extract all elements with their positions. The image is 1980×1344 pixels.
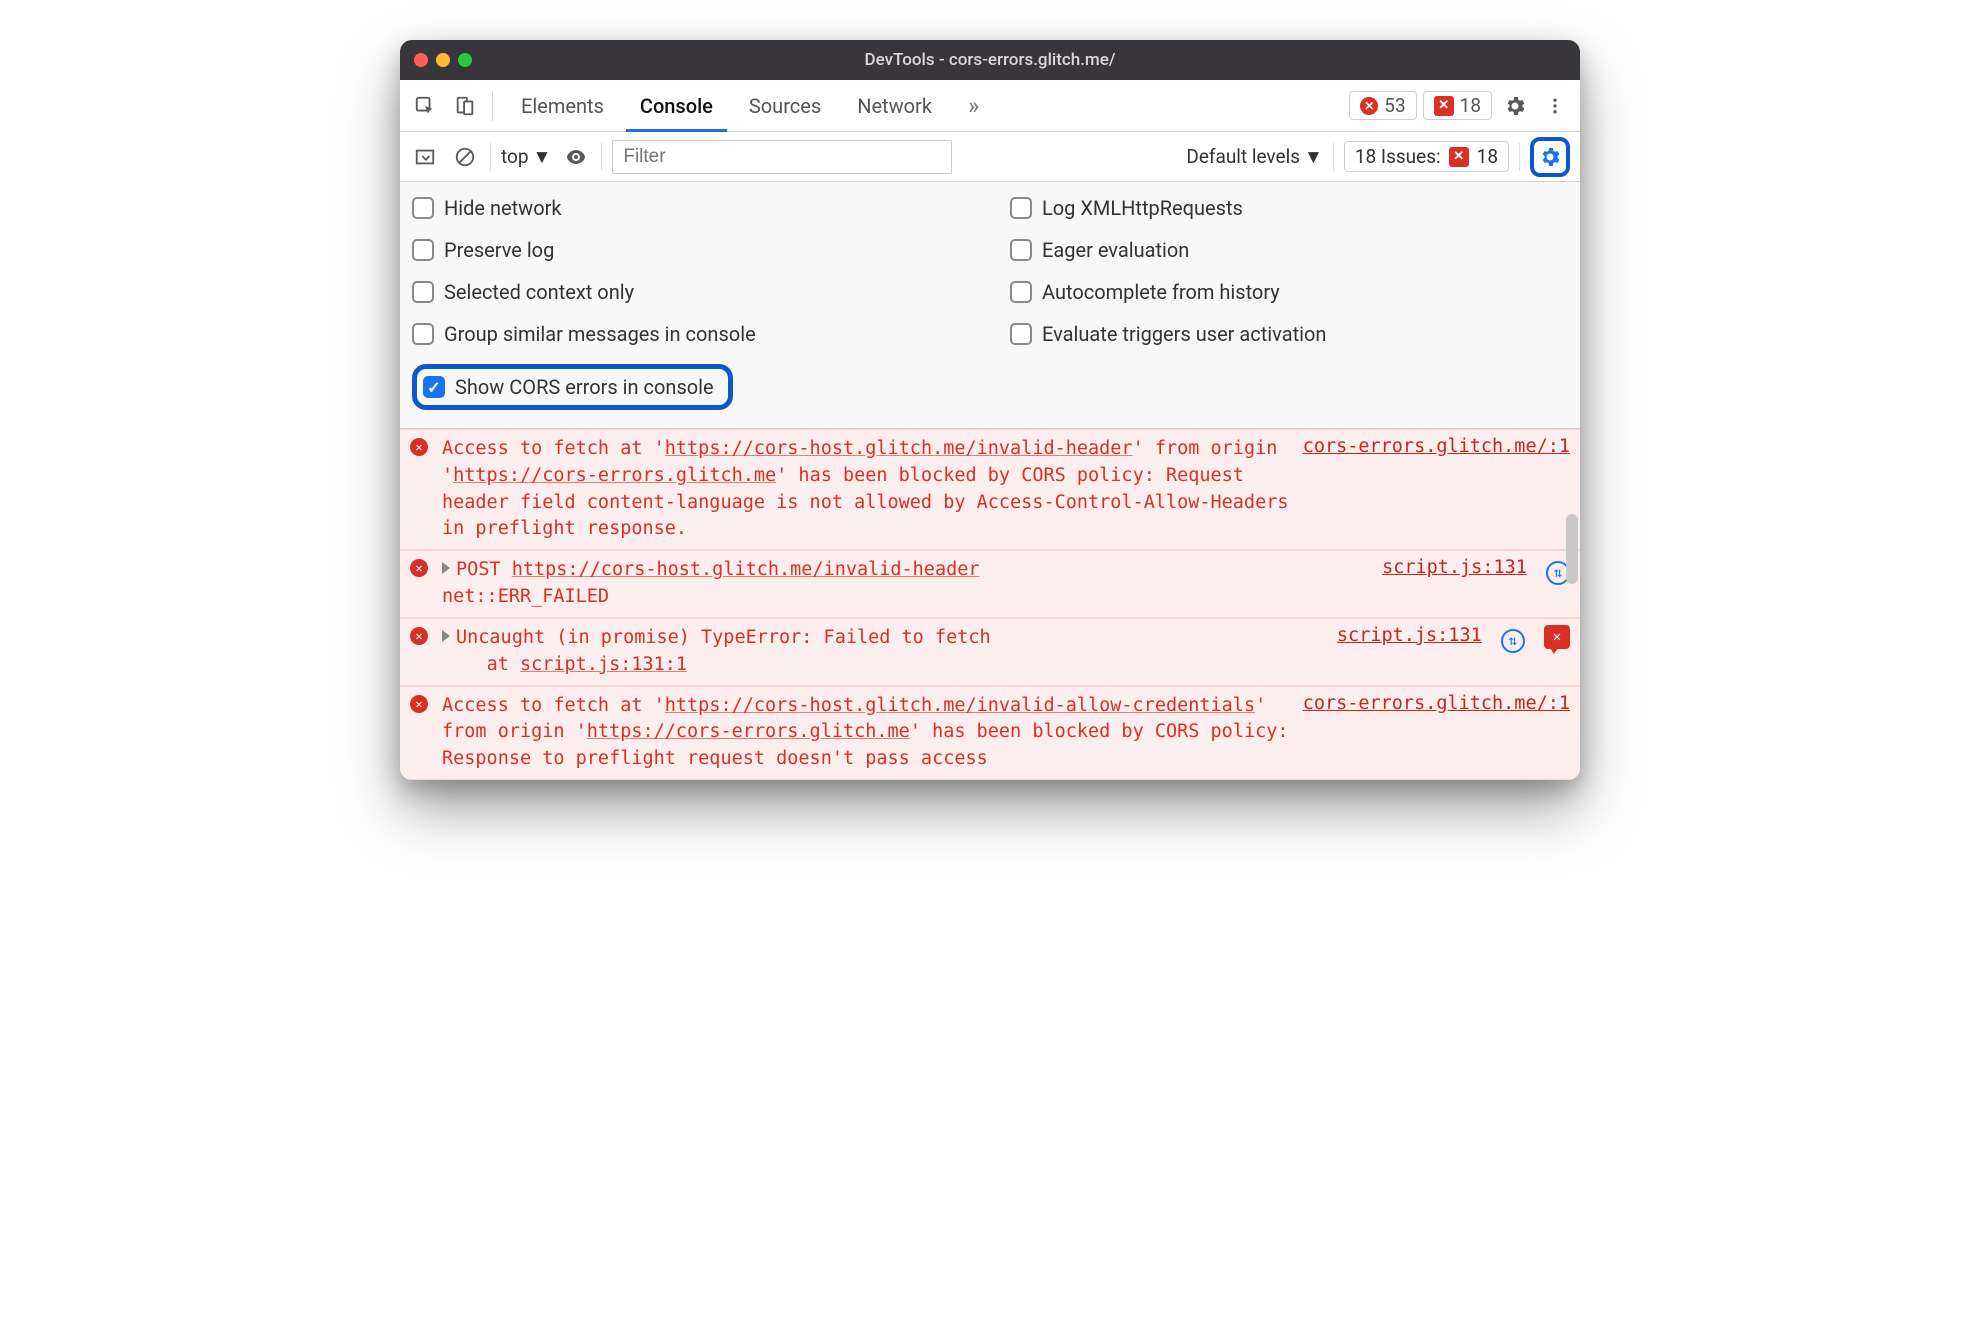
issue-square-icon: ✕ bbox=[1449, 147, 1469, 167]
setting-label: Log XMLHttpRequests bbox=[1042, 196, 1243, 220]
checkbox[interactable] bbox=[1010, 197, 1032, 219]
divider bbox=[492, 91, 493, 121]
issue-count: 18 bbox=[1460, 94, 1481, 117]
setting-label: Show CORS errors in console bbox=[455, 375, 714, 399]
expand-triangle-icon[interactable] bbox=[442, 562, 450, 574]
setting-label: Hide network bbox=[444, 196, 562, 220]
log-url[interactable]: https://cors-host.glitch.me/invalid-head… bbox=[512, 559, 980, 580]
tab-console[interactable]: Console bbox=[622, 80, 731, 131]
log-message: Uncaught (in promise) TypeError: Failed … bbox=[442, 625, 1327, 679]
log-url[interactable]: https://cors-host.glitch.me/invalid-allo… bbox=[665, 695, 1255, 716]
tab-sources[interactable]: Sources bbox=[731, 80, 839, 131]
panel-tabs: Elements Console Sources Network » bbox=[503, 80, 997, 131]
console-settings-panel: Hide network Log XMLHttpRequests Preserv… bbox=[400, 182, 1580, 429]
setting-label: Selected context only bbox=[444, 280, 634, 304]
log-url[interactable]: https://cors-errors.glitch.me bbox=[453, 465, 776, 486]
setting-eager-eval[interactable]: Eager evaluation bbox=[1010, 238, 1568, 262]
console-settings-gear-icon[interactable] bbox=[1530, 137, 1570, 177]
clear-console-icon[interactable] bbox=[450, 142, 480, 172]
setting-label: Group similar messages in console bbox=[444, 322, 756, 346]
setting-selected-context[interactable]: Selected context only bbox=[412, 280, 970, 304]
issue-count-badge[interactable]: ✕ 18 bbox=[1423, 91, 1492, 120]
context-label: top bbox=[501, 145, 529, 168]
checkbox[interactable] bbox=[412, 281, 434, 303]
checkbox[interactable] bbox=[412, 239, 434, 261]
log-entry-cors-error[interactable]: ✕ Access to fetch at 'https://cors-host.… bbox=[400, 429, 1580, 550]
log-message: POST https://cors-host.glitch.me/invalid… bbox=[442, 557, 1372, 611]
setting-group-similar[interactable]: Group similar messages in console bbox=[412, 322, 970, 346]
error-circle-icon: ✕ bbox=[410, 559, 428, 577]
settings-gear-icon[interactable] bbox=[1498, 89, 1532, 123]
stack-location-link[interactable]: script.js:131:1 bbox=[520, 654, 687, 675]
setting-label: Evaluate triggers user activation bbox=[1042, 322, 1326, 346]
checkbox[interactable] bbox=[1010, 239, 1032, 261]
network-request-icon[interactable]: ⇅ bbox=[1501, 629, 1525, 653]
window-titlebar: DevTools - cors-errors.glitch.me/ bbox=[400, 40, 1580, 80]
source-link[interactable]: script.js:131 bbox=[1337, 625, 1482, 646]
device-toggle-icon[interactable] bbox=[448, 89, 482, 123]
issue-square-icon: ✕ bbox=[1434, 96, 1454, 116]
checkbox[interactable] bbox=[412, 197, 434, 219]
divider bbox=[1333, 143, 1334, 171]
expand-triangle-icon[interactable] bbox=[442, 630, 450, 642]
console-toolbar: top ▼ Default levels ▼ 18 Issues: ✕ 18 bbox=[400, 132, 1580, 182]
log-levels-selector[interactable]: Default levels ▼ bbox=[1186, 145, 1322, 169]
source-link[interactable]: cors-errors.glitch.me/:1 bbox=[1303, 436, 1570, 457]
context-selector[interactable]: top ▼ bbox=[501, 145, 551, 169]
levels-label: Default levels bbox=[1186, 145, 1300, 168]
setting-show-cors-errors[interactable]: Show CORS errors in console bbox=[423, 375, 714, 399]
devtools-window: DevTools - cors-errors.glitch.me/ Elemen… bbox=[400, 40, 1580, 780]
log-url[interactable]: https://cors-errors.glitch.me bbox=[587, 721, 910, 742]
live-expression-icon[interactable] bbox=[561, 142, 591, 172]
source-link[interactable]: script.js:131 bbox=[1382, 557, 1527, 578]
log-entry-network-error[interactable]: ✕ POST https://cors-host.glitch.me/inval… bbox=[400, 550, 1580, 618]
log-message: Access to fetch at 'https://cors-host.gl… bbox=[442, 436, 1293, 543]
divider bbox=[490, 143, 491, 171]
dropdown-triangle-icon: ▼ bbox=[533, 145, 552, 169]
error-circle-icon: ✕ bbox=[410, 695, 428, 713]
setting-label: Eager evaluation bbox=[1042, 238, 1189, 262]
toggle-sidebar-icon[interactable] bbox=[410, 142, 440, 172]
checkbox[interactable] bbox=[1010, 281, 1032, 303]
error-count-badge[interactable]: ✕ 53 bbox=[1349, 91, 1416, 120]
more-menu-icon[interactable] bbox=[1538, 89, 1572, 123]
inspect-element-icon[interactable] bbox=[408, 89, 442, 123]
console-log-list: ✕ Access to fetch at 'https://cors-host.… bbox=[400, 429, 1580, 780]
main-toolbar: Elements Console Sources Network » ✕ 53 … bbox=[400, 80, 1580, 132]
divider bbox=[1519, 143, 1520, 171]
tab-overflow-button[interactable]: » bbox=[950, 80, 997, 131]
log-message: Access to fetch at 'https://cors-host.gl… bbox=[442, 693, 1293, 773]
setting-show-cors-highlight: Show CORS errors in console bbox=[412, 364, 733, 410]
filter-input[interactable] bbox=[612, 140, 952, 174]
checkbox[interactable] bbox=[423, 376, 445, 398]
checkbox[interactable] bbox=[1010, 323, 1032, 345]
error-circle-icon: ✕ bbox=[1360, 97, 1378, 115]
dropdown-triangle-icon: ▼ bbox=[1304, 145, 1323, 169]
source-link[interactable]: cors-errors.glitch.me/:1 bbox=[1303, 693, 1570, 714]
window-title: DevTools - cors-errors.glitch.me/ bbox=[400, 50, 1580, 70]
issue-chat-icon[interactable]: ✕ bbox=[1544, 625, 1570, 649]
divider bbox=[601, 143, 602, 171]
setting-log-xhr[interactable]: Log XMLHttpRequests bbox=[1010, 196, 1568, 220]
setting-hide-network[interactable]: Hide network bbox=[412, 196, 970, 220]
log-entry-cors-error[interactable]: ✕ Access to fetch at 'https://cors-host.… bbox=[400, 686, 1580, 780]
tab-network[interactable]: Network bbox=[839, 80, 950, 131]
error-circle-icon: ✕ bbox=[410, 627, 428, 645]
tab-elements[interactable]: Elements bbox=[503, 80, 622, 131]
issues-count: 18 bbox=[1477, 145, 1498, 168]
error-circle-icon: ✕ bbox=[410, 438, 428, 456]
setting-label: Autocomplete from history bbox=[1042, 280, 1280, 304]
log-entry-uncaught-error[interactable]: ✕ Uncaught (in promise) TypeError: Faile… bbox=[400, 618, 1580, 686]
setting-autocomplete-history[interactable]: Autocomplete from history bbox=[1010, 280, 1568, 304]
scrollbar-thumb[interactable] bbox=[1566, 514, 1578, 584]
setting-preserve-log[interactable]: Preserve log bbox=[412, 238, 970, 262]
setting-evaluate-user-activation[interactable]: Evaluate triggers user activation bbox=[1010, 322, 1568, 346]
log-url[interactable]: https://cors-host.glitch.me/invalid-head… bbox=[665, 438, 1133, 459]
error-count: 53 bbox=[1384, 94, 1405, 117]
checkbox[interactable] bbox=[412, 323, 434, 345]
setting-label: Preserve log bbox=[444, 238, 554, 262]
issues-link[interactable]: 18 Issues: ✕ 18 bbox=[1344, 141, 1509, 172]
issues-prefix: 18 Issues: bbox=[1355, 145, 1441, 168]
